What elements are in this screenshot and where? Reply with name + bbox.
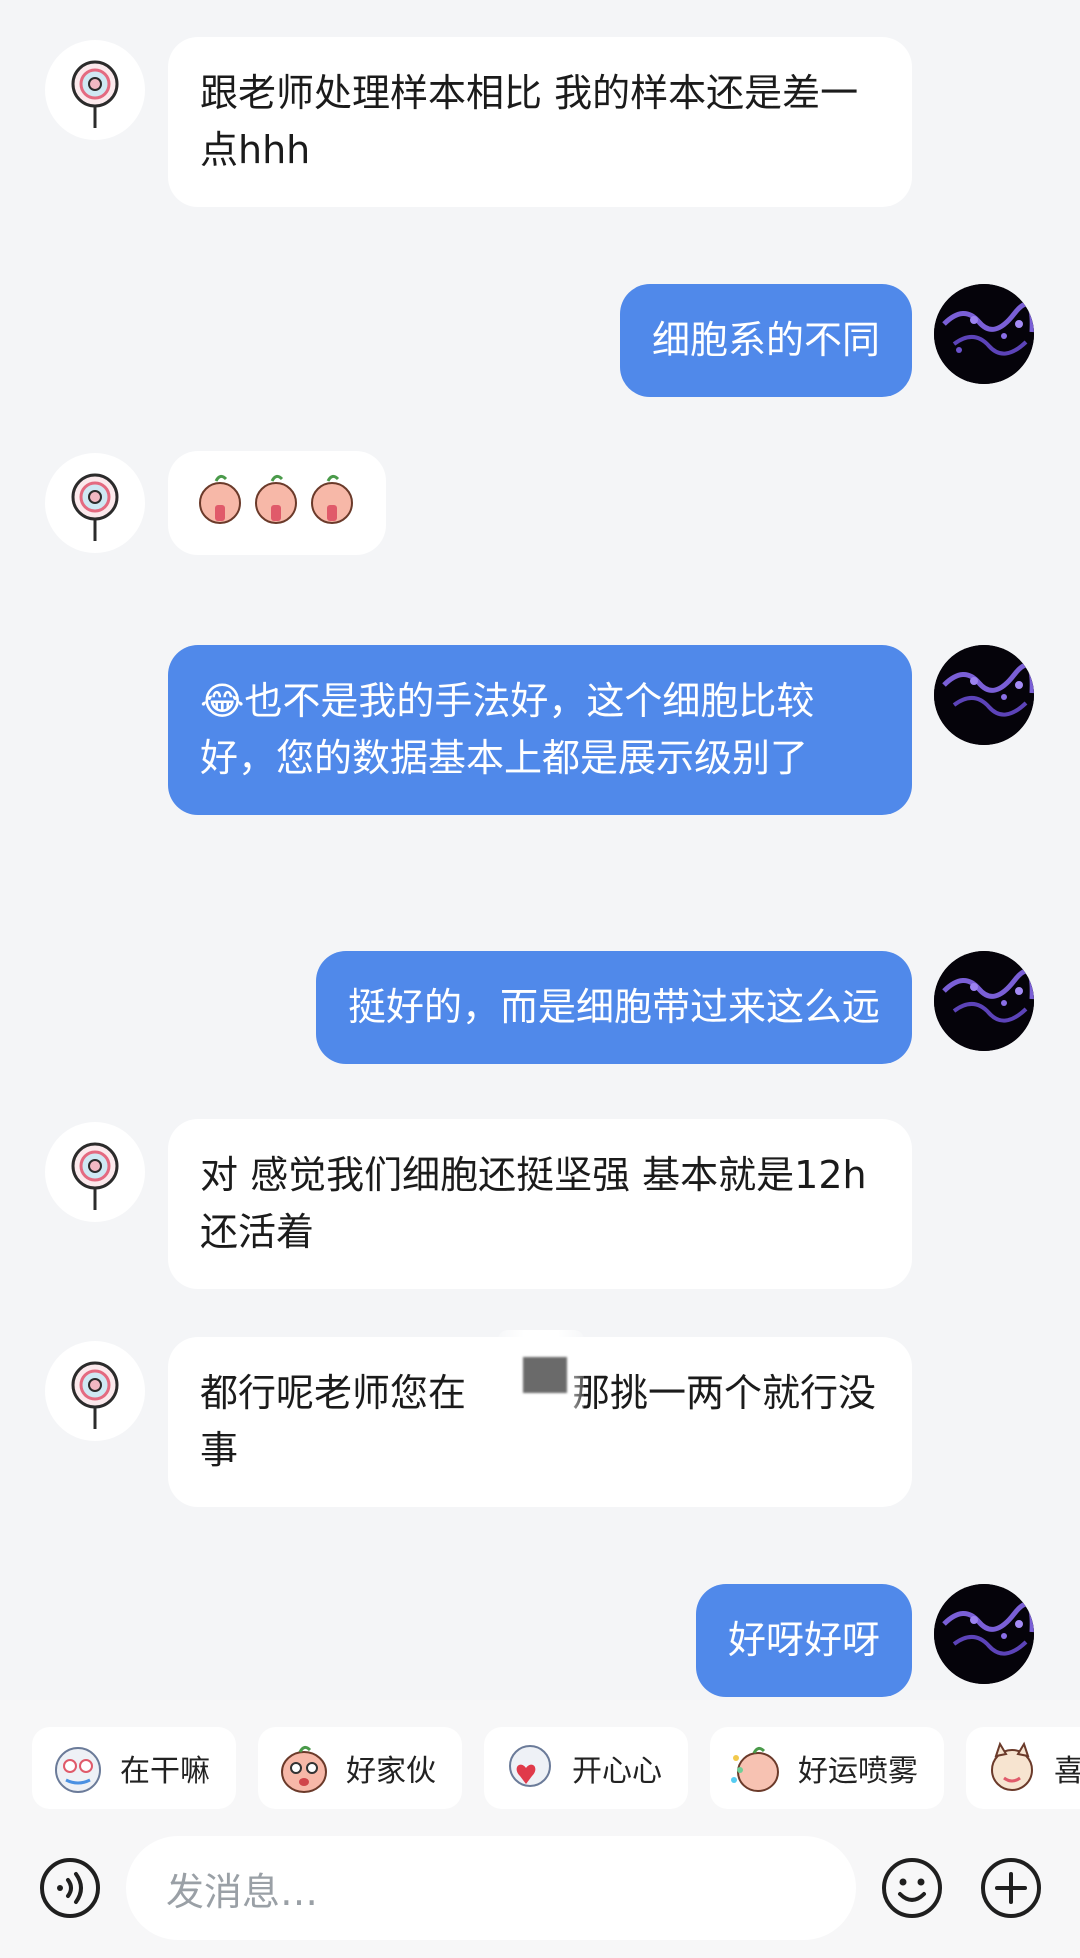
cell-image-avatar-icon (934, 284, 1034, 384)
quick-sticker-label: 好家伙 (346, 1754, 436, 1789)
message-bubble-incoming[interactable]: 跟老师处理样本相比 我的样本还是差一点hhh (168, 37, 912, 207)
message-bubble-outgoing[interactable]: 细胞系的不同 (619, 284, 912, 397)
message-bubble-outgoing[interactable]: 好呀好呀 (695, 1584, 912, 1697)
sticker-message-bubble[interactable] (168, 451, 386, 555)
self-avatar[interactable] (934, 951, 1034, 1051)
cell-image-avatar-icon (934, 951, 1034, 1051)
message-text: 也不是我的手法好，这个细胞比较好，您的数据基本上都是展示级别了 (200, 679, 815, 780)
quick-sticker-chip[interactable]: 开心心 (484, 1727, 688, 1809)
chat-screen: 跟老师处理样本相比 我的样本还是差一点hhh 细胞系的不同 😂也不是我的手法好，… (0, 0, 1080, 1958)
peach-pray-emoji-icon (255, 474, 297, 524)
quick-sticker-chip[interactable]: 好家伙 (258, 1727, 462, 1809)
cat-sticker-icon (991, 1741, 1033, 1791)
message-input[interactable]: 发消息… (126, 1836, 856, 1940)
redaction-block (523, 1357, 567, 1393)
self-avatar[interactable] (934, 1584, 1034, 1684)
peach-shocked-sticker-icon (281, 1745, 327, 1793)
message-text-part1: 都行呢老师您在 (200, 1371, 467, 1415)
message-text: 挺好的，而是细胞带过来这么远 (347, 985, 880, 1029)
cell-image-avatar-icon (934, 645, 1034, 745)
quick-sticker-label: 好运喷雾 (798, 1754, 918, 1789)
message-bubble-outgoing[interactable]: 😂也不是我的手法好，这个细胞比较好，您的数据基本上都是展示级别了 (168, 645, 912, 815)
teacher-avatar[interactable] (45, 453, 145, 553)
cell-image-avatar-icon (934, 1584, 1034, 1684)
teacher-avatar[interactable] (45, 1122, 145, 1222)
emoji-icon[interactable] (880, 1856, 944, 1920)
teacher-avatar[interactable] (45, 1341, 145, 1441)
message-text: 跟老师处理样本相比 我的样本还是差一点hhh (200, 71, 859, 172)
voice-icon[interactable] (38, 1856, 102, 1920)
heart-hug-sticker-icon (509, 1745, 551, 1787)
message-bubble-outgoing[interactable]: 挺好的，而是细胞带过来这么远 (315, 951, 912, 1064)
lollipop-avatar-icon (71, 473, 119, 541)
quick-sticker-label: 开心心 (572, 1754, 662, 1789)
message-text: 对 感觉我们细胞还挺坚强 基本就是12h 还活着 (200, 1153, 867, 1254)
peach-pray-emoji-group (199, 474, 353, 524)
message-bubble-incoming[interactable]: 对 感觉我们细胞还挺坚强 基本就是12h 还活着 (168, 1119, 912, 1289)
self-avatar[interactable] (934, 284, 1034, 384)
peach-pray-emoji-icon (311, 474, 353, 524)
quick-sticker-chip[interactable]: 在干嘛 (32, 1727, 236, 1809)
quick-sticker-chip[interactable]: 喜 (966, 1727, 1080, 1809)
lollipop-avatar-icon (71, 60, 119, 128)
peach-pray-emoji-icon (199, 474, 241, 524)
crying-sticker-icon (55, 1747, 101, 1793)
lucky-spray-sticker-icon (731, 1746, 779, 1792)
quick-sticker-label: 在干嘛 (120, 1754, 210, 1789)
message-text: 好呀好呀 (727, 1618, 880, 1662)
message-input-placeholder: 发消息… (166, 1869, 319, 1914)
teacher-avatar[interactable] (45, 40, 145, 140)
quick-sticker-chip[interactable]: 好运喷雾 (710, 1727, 944, 1809)
quick-sticker-label: 喜 (1054, 1754, 1080, 1789)
message-text: 细胞系的不同 (651, 318, 880, 362)
self-avatar[interactable] (934, 645, 1034, 745)
lollipop-avatar-icon (71, 1142, 119, 1210)
laughing-tears-emoji-icon: 😂 (200, 679, 245, 723)
lollipop-avatar-icon (71, 1361, 119, 1429)
plus-icon[interactable] (979, 1856, 1043, 1920)
